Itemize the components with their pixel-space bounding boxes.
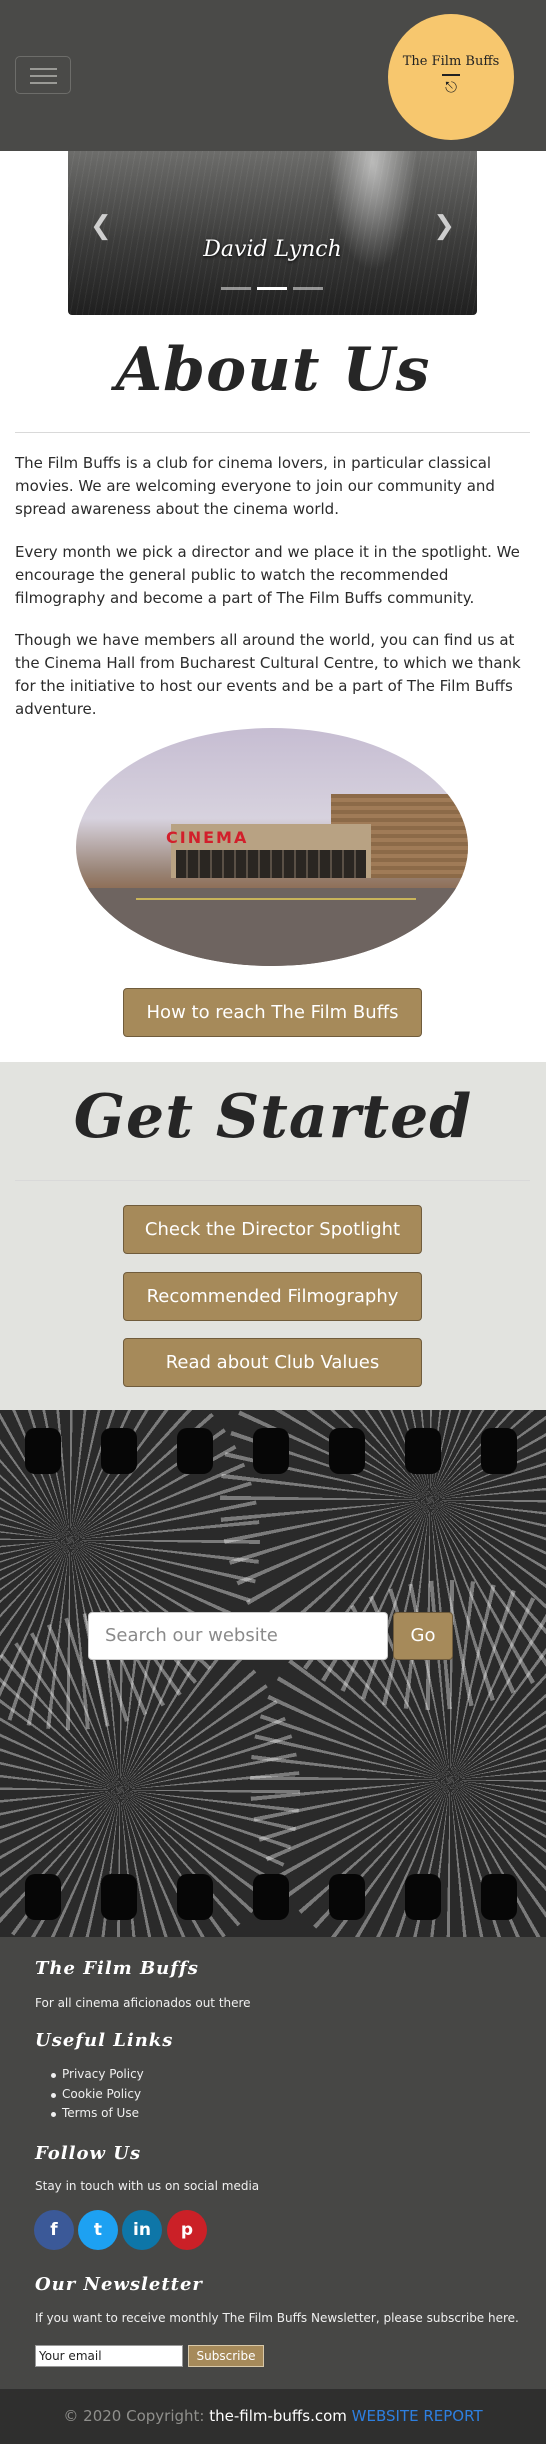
film-sprocket [101, 1428, 137, 1474]
logo-text: The Film Buffs [402, 54, 500, 69]
film-sprocket [177, 1874, 213, 1920]
footer-follow-text: Stay in touch with us on social media [35, 2179, 260, 2193]
film-sprocket [481, 1874, 517, 1920]
reach-us-button[interactable]: How to reach The Film Buffs [123, 988, 422, 1037]
film-sprocket [177, 1428, 213, 1474]
linkedin-icon[interactable]: in [122, 2210, 162, 2250]
search-go-button[interactable]: Go [393, 1612, 453, 1660]
chevron-right-icon[interactable]: ❯ [433, 211, 455, 241]
footer-follow-title: Follow Us [35, 2143, 142, 2164]
terms-of-use-link[interactable]: Terms of Use [51, 2106, 139, 2120]
search-input[interactable]: Search our website [88, 1612, 388, 1660]
parking-stripe [136, 898, 416, 900]
footer-newsletter-text: If you want to receive monthly The Film … [35, 2311, 519, 2325]
newsletter-email-input[interactable]: Your email [35, 2345, 183, 2367]
copyright-text: © 2020 Copyright: [63, 2407, 205, 2425]
carousel-indicator[interactable] [293, 287, 323, 290]
club-values-button[interactable]: Read about Club Values [123, 1338, 422, 1387]
privacy-policy-link[interactable]: Privacy Policy [51, 2067, 144, 2081]
film-sprocket [405, 1874, 441, 1920]
film-sprocket [329, 1874, 365, 1920]
about-paragraph: Every month we pick a director and we pl… [15, 543, 520, 607]
film-sprocket [253, 1874, 289, 1920]
navbar: The Film Buffs ⎋ [0, 0, 546, 151]
film-sprocket [253, 1428, 289, 1474]
carousel-caption: David Lynch [203, 237, 342, 262]
film-sprocket [329, 1428, 365, 1474]
footer-newsletter-title: Our Newsletter [35, 2274, 203, 2295]
hero-carousel: David Lynch ❮ ❯ [68, 151, 477, 315]
director-spotlight-button[interactable]: Check the Director Spotlight [123, 1205, 422, 1254]
film-sprocket [25, 1874, 61, 1920]
website-report-link[interactable]: WEBSITE REPORT [352, 2407, 483, 2425]
about-paragraph: The Film Buffs is a club for cinema love… [15, 454, 495, 518]
divider [15, 1180, 530, 1181]
subscribe-button[interactable]: Subscribe [188, 2345, 264, 2367]
film-sprocket [101, 1874, 137, 1920]
about-paragraph: Though we have members all around the wo… [15, 631, 521, 718]
get-started-title: Get Started [73, 1082, 473, 1152]
twitter-icon[interactable]: t [78, 2210, 118, 2250]
divider [15, 432, 530, 433]
recommended-filmography-button[interactable]: Recommended Filmography [123, 1272, 422, 1321]
film-sprocket [25, 1428, 61, 1474]
site-link[interactable]: the-film-buffs.com [209, 2407, 347, 2425]
carousel-indicator[interactable] [221, 287, 251, 290]
footer-brand-title: The Film Buffs [35, 1958, 199, 1979]
film-sprocket [481, 1428, 517, 1474]
film-sprocket [405, 1428, 441, 1474]
cinema-sign: CINEMA [166, 828, 249, 847]
search-section [0, 1410, 546, 1937]
cinema-windows [176, 850, 366, 878]
copyright-bar: © 2020 Copyright: the-film-buffs.com WEB… [0, 2389, 546, 2444]
cookie-policy-link[interactable]: Cookie Policy [50, 2087, 141, 2101]
carousel-indicator-active[interactable] [257, 287, 287, 290]
cinema-hall-image: CINEMA [76, 728, 468, 966]
chevron-left-icon[interactable]: ❮ [90, 211, 112, 241]
menu-toggle-button[interactable] [15, 56, 71, 94]
movie-camera-icon: ⎋ [445, 78, 457, 96]
pinterest-icon[interactable]: p [167, 2210, 207, 2250]
footer-brand-text: For all cinema aficionados out there [35, 1996, 251, 2010]
logo-underline [442, 74, 460, 76]
about-title: About Us [115, 335, 431, 405]
footer-links-title: Useful Links [35, 2030, 174, 2051]
site-logo[interactable]: The Film Buffs ⎋ [388, 14, 514, 140]
facebook-icon[interactable]: f [34, 2210, 74, 2250]
